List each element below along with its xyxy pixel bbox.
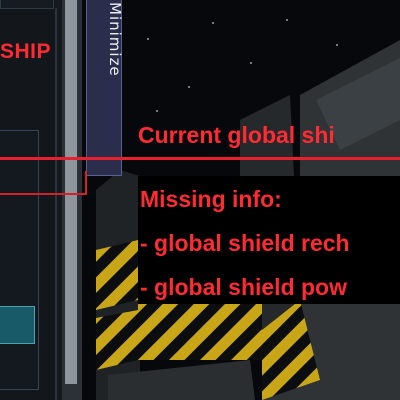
annotation-divider-line xyxy=(0,157,400,160)
missing-info-item: - global shield pow xyxy=(140,274,347,300)
callout-line-vertical xyxy=(85,171,87,195)
current-global-shield-label: Current global shi xyxy=(138,122,335,148)
ship-panel-top-tab[interactable] xyxy=(0,0,54,9)
minimize-tab-label: Minimize xyxy=(106,2,124,77)
callout-line-horizontal xyxy=(0,193,86,195)
ship-panel-selected-button[interactable] xyxy=(0,306,35,344)
missing-info-item: - global shield rech xyxy=(140,230,350,256)
scrollbar-thumb[interactable] xyxy=(65,0,77,384)
missing-info-header: Missing info: xyxy=(140,186,282,212)
ship-annotation-label: SHIP xyxy=(0,40,52,63)
ship-panel-list xyxy=(0,130,39,390)
